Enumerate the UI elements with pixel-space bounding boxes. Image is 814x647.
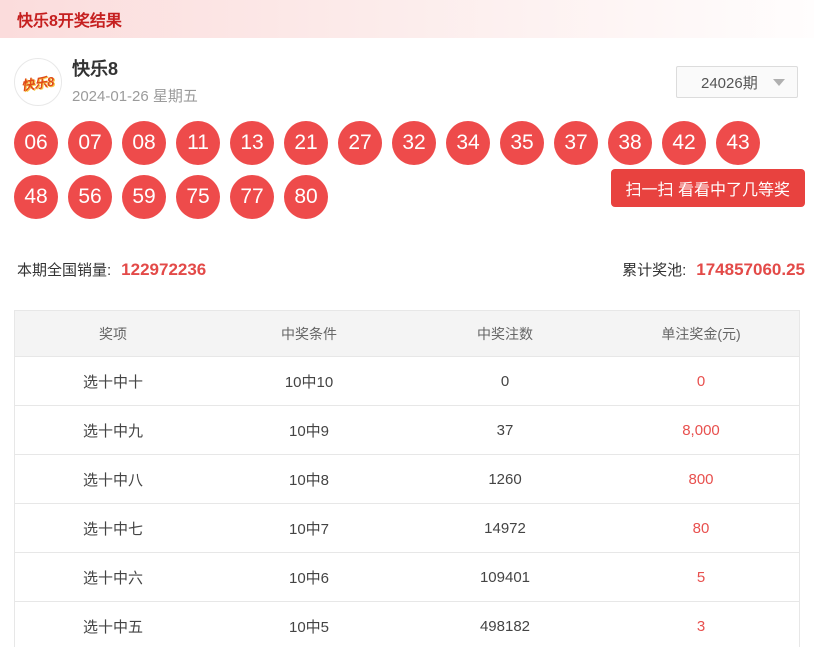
ball: 48	[14, 175, 58, 219]
ball: 08	[122, 121, 166, 165]
issue-dropdown[interactable]: 24026期	[676, 66, 798, 98]
ball: 59	[122, 175, 166, 219]
ball: 07	[68, 121, 112, 165]
win-count: 109401	[407, 569, 603, 586]
ball: 75	[176, 175, 220, 219]
col-header-condition: 中奖条件	[211, 324, 407, 344]
win-condition: 10中5	[211, 616, 407, 637]
ball: 11	[176, 121, 220, 165]
win-condition: 10中6	[211, 567, 407, 588]
issue-dropdown-value: 24026期	[701, 72, 758, 93]
table-row: 选十中五 10中5 498182 3	[15, 601, 799, 647]
prize-name: 选十中八	[15, 469, 211, 490]
win-count: 37	[407, 422, 603, 439]
win-count: 498182	[407, 618, 603, 635]
ball: 80	[284, 175, 328, 219]
kuaile8-logo: 快乐8	[14, 58, 62, 106]
prize-name: 选十中九	[15, 420, 211, 441]
sales-value: 122972236	[121, 260, 206, 280]
win-condition: 10中9	[211, 420, 407, 441]
sales-label: 本期全国销量:	[17, 259, 111, 280]
ball: 77	[230, 175, 274, 219]
table-row: 选十中八 10中8 1260 800	[15, 454, 799, 503]
jackpot: 累计奖池: 174857060.25	[622, 259, 805, 280]
national-sales: 本期全国销量: 122972236	[17, 259, 206, 280]
winning-numbers: 06 07 08 11 13 21 27 32 34 35 37 38 42 4…	[0, 106, 814, 219]
prize-table-header: 奖项 中奖条件 中奖注数 单注奖金(元)	[15, 311, 799, 356]
game-header: 快乐8 快乐8 2024-01-26 星期五 24026期	[0, 38, 814, 106]
prize-name: 选十中七	[15, 518, 211, 539]
col-header-amount: 单注奖金(元)	[603, 324, 799, 344]
sales-jackpot-row: 本期全国销量: 122972236 累计奖池: 174857060.25	[0, 259, 814, 280]
page-banner: 快乐8开奖结果	[0, 0, 814, 38]
game-name: 快乐8	[72, 59, 198, 79]
ball: 32	[392, 121, 436, 165]
kuaile8-logo-text: 快乐8	[20, 70, 56, 93]
table-row: 选十中九 10中9 37 8,000	[15, 405, 799, 454]
ball: 42	[662, 121, 706, 165]
prize-amount: 3	[603, 618, 799, 635]
table-row: 选十中七 10中7 14972 80	[15, 503, 799, 552]
ball: 13	[230, 121, 274, 165]
draw-date: 2024-01-26 星期五	[72, 85, 198, 106]
prize-amount: 800	[603, 471, 799, 488]
win-count: 14972	[407, 520, 603, 537]
ball-row-1: 06 07 08 11 13 21 27 32 34 35 37 38 42 4…	[14, 121, 800, 165]
jackpot-value: 174857060.25	[696, 260, 805, 280]
win-condition: 10中7	[211, 518, 407, 539]
ball: 37	[554, 121, 598, 165]
table-row: 选十中六 10中6 109401 5	[15, 552, 799, 601]
prize-table: 奖项 中奖条件 中奖注数 单注奖金(元) 选十中十 10中10 0 0 选十中九…	[14, 310, 800, 647]
ball: 38	[608, 121, 652, 165]
prize-amount: 80	[603, 520, 799, 537]
ball: 06	[14, 121, 58, 165]
win-condition: 10中10	[211, 371, 407, 392]
ball: 27	[338, 121, 382, 165]
prize-name: 选十中六	[15, 567, 211, 588]
game-info: 快乐8 2024-01-26 星期五	[72, 59, 198, 106]
ball: 34	[446, 121, 490, 165]
win-count: 1260	[407, 471, 603, 488]
prize-name: 选十中十	[15, 371, 211, 392]
col-header-count: 中奖注数	[407, 324, 603, 344]
prize-amount: 0	[603, 373, 799, 390]
win-count: 0	[407, 373, 603, 390]
ball: 43	[716, 121, 760, 165]
col-header-prize: 奖项	[15, 324, 211, 344]
jackpot-label: 累计奖池:	[622, 259, 686, 280]
prize-amount: 5	[603, 569, 799, 586]
table-row: 选十中十 10中10 0 0	[15, 356, 799, 405]
ball: 56	[68, 175, 112, 219]
prize-name: 选十中五	[15, 616, 211, 637]
ball: 35	[500, 121, 544, 165]
page-title: 快乐8开奖结果	[17, 7, 122, 31]
scan-check-prize-button[interactable]: 扫一扫 看看中了几等奖	[611, 169, 805, 207]
win-condition: 10中8	[211, 469, 407, 490]
prize-amount: 8,000	[603, 422, 799, 439]
chevron-down-icon	[773, 79, 785, 86]
ball: 21	[284, 121, 328, 165]
